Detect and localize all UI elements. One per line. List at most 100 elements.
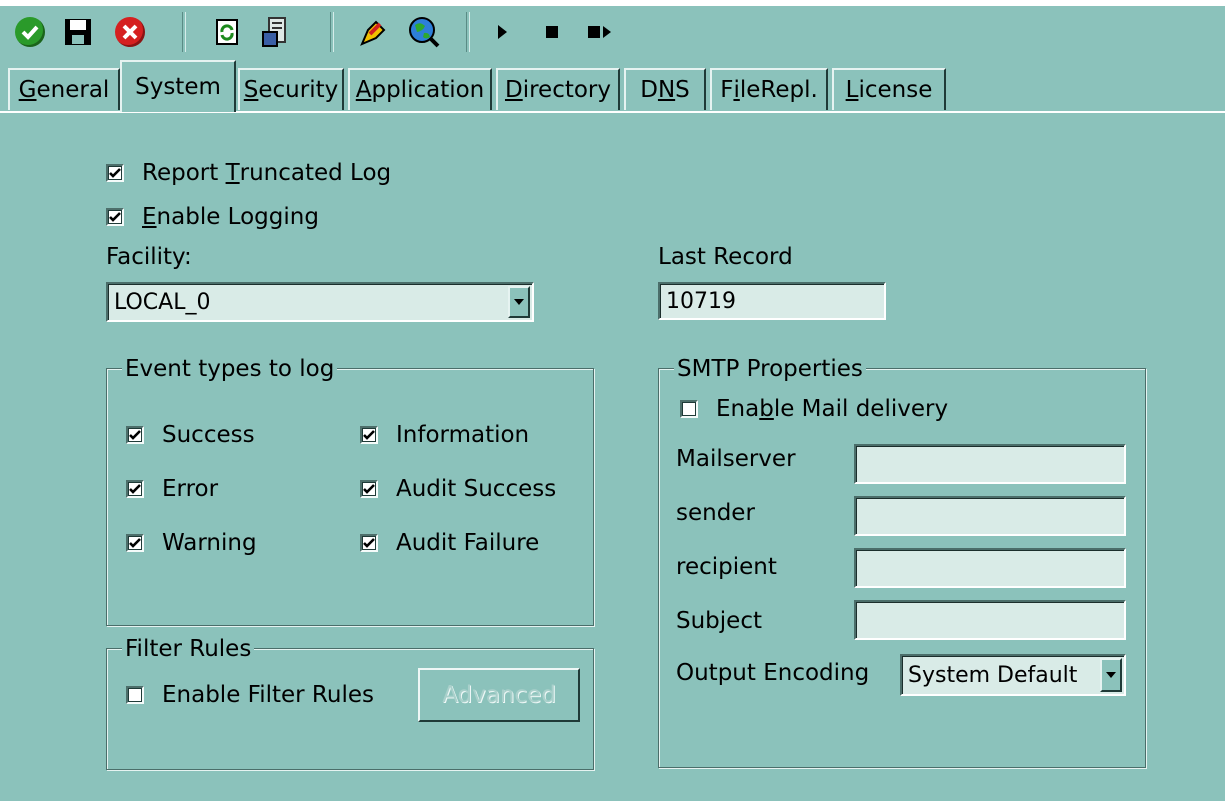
- tab-application[interactable]: Application: [348, 68, 492, 110]
- checkmark-icon: [363, 430, 375, 440]
- enable-logging-checkbox[interactable]: Enable Logging: [106, 204, 319, 230]
- mailserver-label: Mailserver: [676, 446, 796, 472]
- stop-icon[interactable]: [534, 14, 570, 50]
- checkbox-label: Success: [162, 422, 255, 448]
- recipient-label: recipient: [676, 554, 777, 580]
- subject-label: Subject: [676, 608, 762, 634]
- checkbox-box[interactable]: [106, 208, 124, 226]
- tab-label: ecurity: [258, 77, 339, 103]
- enable-mail-delivery-checkbox[interactable]: Ena b le Mail delivery: [680, 396, 948, 422]
- tab-label: S: [675, 77, 690, 103]
- services-icon[interactable]: [258, 14, 294, 50]
- tab-general[interactable]: General: [8, 68, 120, 110]
- checkbox-label: runcated Log: [239, 160, 392, 186]
- audit-success-checkbox[interactable]: Audit Success: [360, 476, 556, 502]
- tab-label: eneral: [36, 77, 110, 103]
- tab-label: pplication: [371, 77, 485, 103]
- refresh-icon[interactable]: [210, 14, 246, 50]
- checkbox-box[interactable]: [126, 480, 144, 498]
- tab-directory[interactable]: Directory: [496, 68, 620, 110]
- audit-failure-checkbox[interactable]: Audit Failure: [360, 530, 539, 556]
- error-checkbox[interactable]: Error: [126, 476, 218, 502]
- step-icon[interactable]: [582, 14, 618, 50]
- save-icon[interactable]: [60, 14, 96, 50]
- tab-label: System: [135, 74, 221, 100]
- sender-label: sender: [676, 500, 755, 526]
- cancel-icon[interactable]: [112, 14, 148, 50]
- success-checkbox[interactable]: Success: [126, 422, 255, 448]
- checkmark-icon: [129, 538, 141, 548]
- last-record-label: Last Record: [658, 244, 793, 270]
- toolbar-separator: [330, 12, 334, 52]
- event-types-title: Event types to log: [122, 356, 338, 382]
- checkbox-label: le Mail delivery: [773, 396, 949, 422]
- checkbox-label: Information: [396, 422, 530, 448]
- top-border: [0, 0, 1225, 6]
- advanced-button[interactable]: Advanced: [418, 668, 580, 722]
- tab-label: irectory: [522, 77, 611, 103]
- checkbox-box[interactable]: [360, 480, 378, 498]
- smtp-properties-title: SMTP Properties: [674, 356, 866, 382]
- last-record-field[interactable]: 10719: [658, 282, 886, 320]
- chevron-down-icon[interactable]: [1100, 658, 1122, 692]
- information-checkbox[interactable]: Information: [360, 422, 529, 448]
- globe-search-icon[interactable]: [406, 14, 442, 50]
- tab-label-mnemonic: S: [243, 77, 259, 103]
- checkbox-box[interactable]: [126, 686, 144, 704]
- chevron-down-icon[interactable]: [508, 286, 530, 318]
- facility-label: Facility:: [106, 244, 192, 270]
- tab-filerepl[interactable]: Fi leRepl.: [710, 68, 828, 110]
- checkbox-box[interactable]: [680, 400, 698, 418]
- checkbox-label: Error: [162, 476, 219, 502]
- tab-label: D: [640, 77, 658, 103]
- tab-system[interactable]: System: [120, 60, 236, 112]
- tab-bar: General System Security Application Dire…: [0, 58, 1225, 113]
- warning-checkbox[interactable]: Warning: [126, 530, 257, 556]
- tab-label-mnemonic: L: [845, 77, 859, 103]
- facility-value: LOCAL_0: [114, 289, 211, 315]
- checkbox-label: Audit Success: [396, 476, 557, 502]
- checkmark-icon: [363, 484, 375, 494]
- mailserver-field[interactable]: [854, 444, 1126, 484]
- tab-license[interactable]: License: [832, 68, 946, 110]
- tab-label-mnemonic: G: [18, 77, 37, 103]
- tab-label-mnemonic: N: [657, 77, 676, 103]
- checkmark-icon: [129, 484, 141, 494]
- sender-field[interactable]: [854, 496, 1126, 536]
- checkmark-icon: [109, 212, 121, 222]
- report-truncated-log-checkbox[interactable]: Report Truncated Log: [106, 160, 391, 186]
- ok-icon[interactable]: [12, 14, 48, 50]
- toolbar: [0, 8, 1225, 58]
- checkbox-box[interactable]: [106, 164, 124, 182]
- checkbox-label-mnemonic: b: [759, 396, 774, 422]
- tab-security[interactable]: Security: [238, 68, 344, 110]
- checkbox-box[interactable]: [126, 534, 144, 552]
- checkbox-box[interactable]: [360, 534, 378, 552]
- tab-label: leRepl.: [739, 77, 818, 103]
- checkmark-icon: [363, 538, 375, 548]
- checkbox-label-mnemonic: E: [142, 204, 157, 230]
- tab-dns[interactable]: DNS: [624, 68, 706, 110]
- pen-icon[interactable]: [356, 14, 392, 50]
- checkbox-box[interactable]: [360, 426, 378, 444]
- play-icon[interactable]: [484, 14, 520, 50]
- checkbox-label: Audit Failure: [396, 530, 540, 556]
- tab-label-mnemonic: A: [355, 77, 372, 103]
- toolbar-separator: [466, 12, 470, 52]
- checkmark-icon: [109, 168, 121, 178]
- facility-select[interactable]: LOCAL_0: [106, 282, 534, 322]
- checkbox-label: Enable Filter Rules: [162, 682, 374, 708]
- recipient-field[interactable]: [854, 548, 1126, 588]
- toolbar-separator: [182, 12, 186, 52]
- tab-label-mnemonic: D: [504, 77, 523, 103]
- checkbox-label: Ena: [716, 396, 760, 422]
- subject-field[interactable]: [854, 600, 1126, 640]
- tab-label: F: [720, 77, 734, 103]
- checkbox-label: nable Logging: [156, 204, 319, 230]
- filter-rules-title: Filter Rules: [122, 636, 255, 662]
- enable-filter-rules-checkbox[interactable]: Enable Filter Rules: [126, 682, 374, 708]
- checkbox-label-mnemonic: T: [225, 160, 240, 186]
- tab-label: icense: [858, 77, 933, 103]
- checkbox-box[interactable]: [126, 426, 144, 444]
- output-encoding-select[interactable]: System Default: [900, 654, 1126, 696]
